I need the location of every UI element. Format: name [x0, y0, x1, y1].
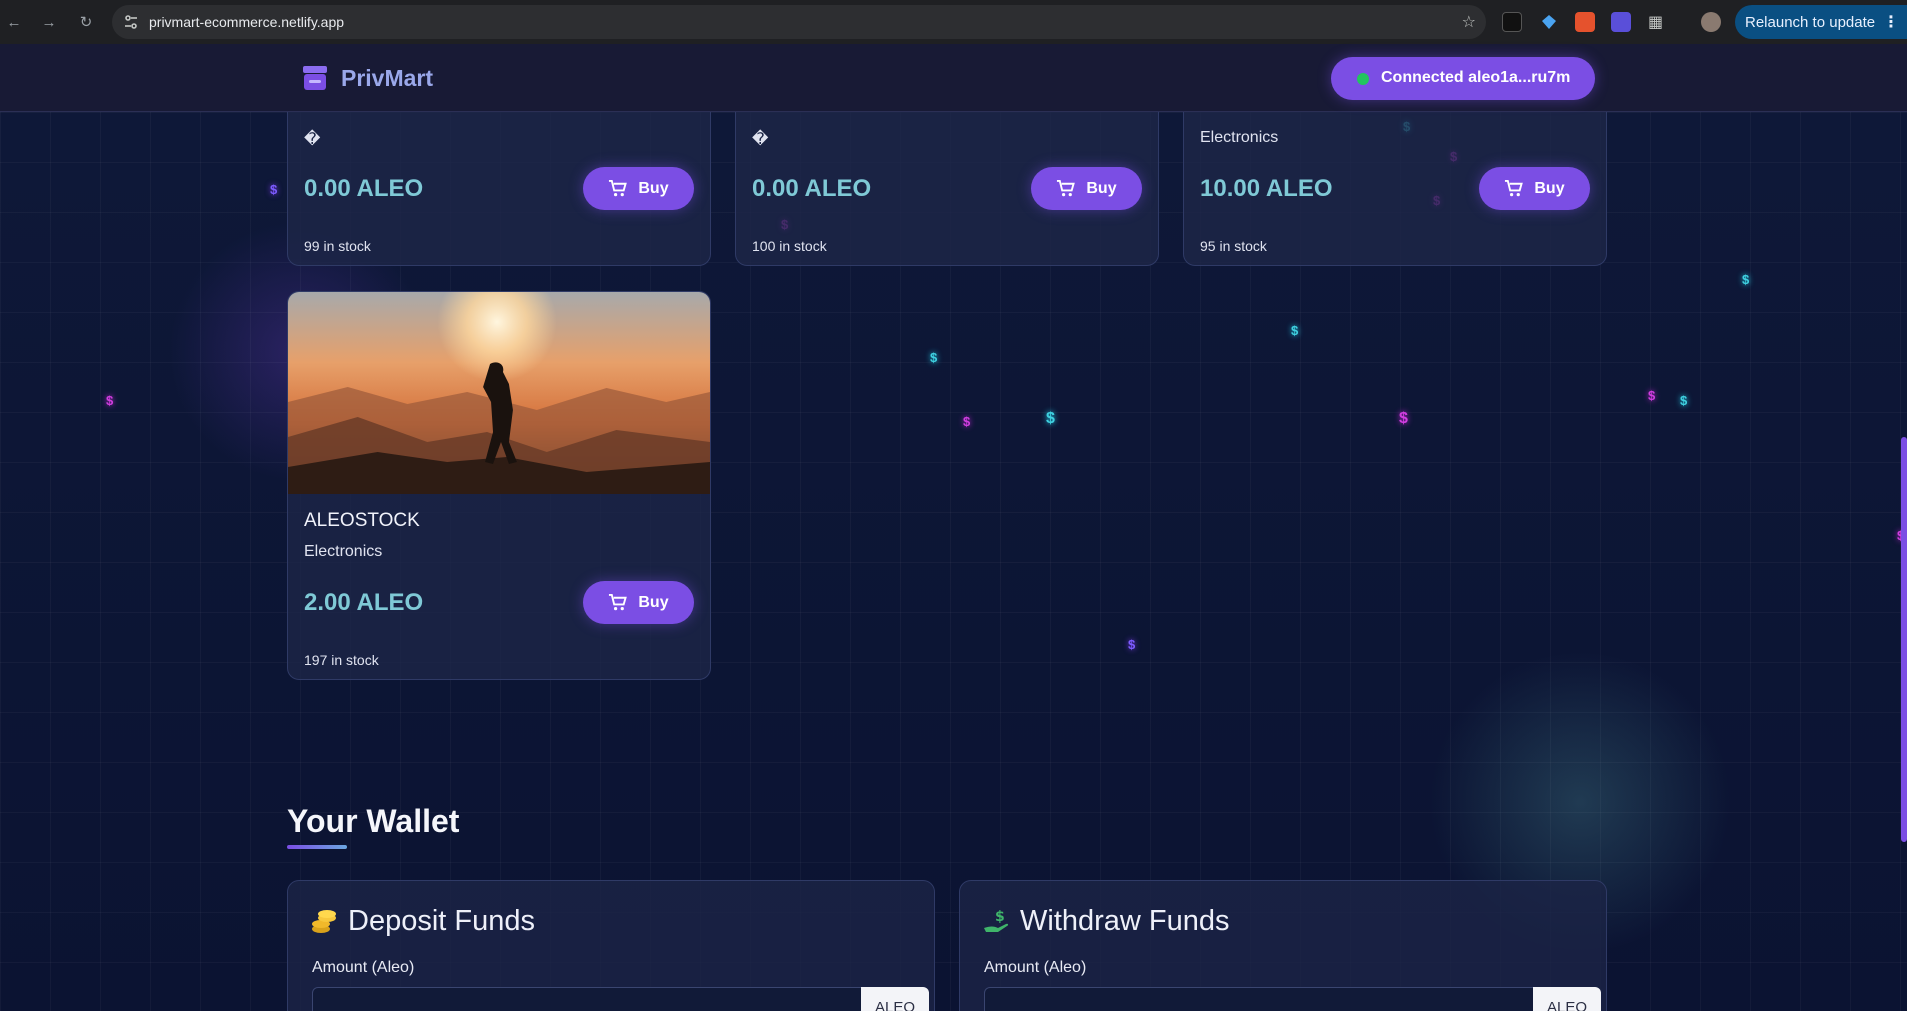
deposit-unit: ALEO	[861, 987, 929, 1011]
product-name: ALEOSTOCK	[304, 510, 420, 531]
extension-purple-icon[interactable]	[1611, 12, 1631, 32]
product-image[interactable]	[288, 292, 710, 494]
sparkle-icon: $	[1680, 393, 1688, 408]
product-stock: 100 in stock	[752, 238, 827, 254]
forward-icon[interactable]: →	[37, 10, 61, 34]
product-card: ALEOSTOCK Electronics 2.00 ALEO Buy 197 …	[287, 291, 711, 680]
extension-diamond-icon[interactable]	[1539, 12, 1559, 32]
withdraw-amount-label: Amount (Aleo)	[984, 959, 1087, 976]
deposit-amount-input[interactable]	[312, 987, 862, 1011]
extension-icon[interactable]	[1502, 12, 1522, 32]
back-icon[interactable]: ←	[2, 10, 26, 34]
brand-name[interactable]: PrivMart	[341, 65, 433, 92]
buy-button[interactable]: Buy	[1479, 167, 1590, 210]
site-info-icon[interactable]	[122, 13, 140, 31]
relaunch-label: Relaunch to update	[1745, 13, 1876, 31]
sparkle-icon: $	[1128, 637, 1136, 652]
product-category: Electronics	[1200, 129, 1279, 146]
sparkle-icon: $	[1399, 410, 1408, 427]
sparkle-icon: $	[930, 350, 938, 365]
sparkle-icon: $	[963, 414, 971, 429]
buy-button[interactable]: Buy	[583, 581, 694, 624]
address-bar[interactable]: privmart-ecommerce.netlify.app ☆	[112, 5, 1486, 39]
cart-icon	[1057, 179, 1076, 197]
buy-button[interactable]: Buy	[583, 167, 694, 210]
buy-label: Buy	[1086, 179, 1117, 197]
more-menu-icon[interactable]: ⋮	[1883, 12, 1899, 32]
money-hand-icon: $	[984, 909, 1009, 932]
app-header: PrivMart Connected aleo1a...ru7m	[0, 44, 1907, 112]
cart-icon	[1505, 179, 1524, 197]
profile-avatar[interactable]	[1701, 12, 1721, 32]
buy-button[interactable]: Buy	[1031, 167, 1142, 210]
browser-toolbar: ← → ↻ privmart-ecommerce.netlify.app ☆ ▦…	[0, 0, 1907, 44]
product-category: �	[752, 131, 769, 148]
sparkle-icon: $	[1291, 323, 1299, 338]
withdraw-card: $ Withdraw Funds Amount (Aleo) ALEO	[959, 880, 1607, 1011]
svg-text:$: $	[995, 909, 1005, 925]
bookmark-star-icon[interactable]: ☆	[1462, 12, 1476, 32]
product-price: 0.00 ALEO	[304, 175, 424, 202]
product-card: � 0.00 ALEO Buy 99 in stock	[287, 96, 711, 266]
coins-icon	[312, 910, 336, 933]
deposit-amount-label: Amount (Aleo)	[312, 959, 415, 976]
sparkle-icon: $	[1648, 388, 1656, 403]
wallet-section-title: Your Wallet	[287, 803, 460, 839]
product-category: �	[304, 131, 321, 148]
buy-label: Buy	[1534, 179, 1565, 197]
buy-label: Buy	[638, 593, 669, 611]
product-stock: 99 in stock	[304, 238, 371, 254]
wallet-connect-label: Connected aleo1a...ru7m	[1381, 69, 1571, 86]
withdraw-unit: ALEO	[1533, 987, 1601, 1011]
store-logo-icon	[303, 66, 327, 90]
product-price: 2.00 ALEO	[304, 589, 424, 616]
sparkle-icon: $	[270, 182, 278, 197]
product-stock: 197 in stock	[304, 652, 379, 668]
cart-icon	[609, 593, 628, 611]
cart-icon	[609, 179, 628, 197]
product-card: � 0.00 ALEO Buy 100 in stock	[735, 96, 1159, 266]
extension-red-icon[interactable]	[1575, 12, 1595, 32]
deposit-card: Deposit Funds Amount (Aleo) ALEO	[287, 880, 935, 1011]
product-price: 0.00 ALEO	[752, 175, 872, 202]
withdraw-amount-input[interactable]	[984, 987, 1534, 1011]
wallet-connect-button[interactable]: Connected aleo1a...ru7m	[1331, 57, 1595, 100]
sparkle-icon: $	[1742, 272, 1750, 287]
relaunch-button[interactable]: Relaunch to update ⋮	[1735, 5, 1907, 39]
deposit-title: Deposit Funds	[348, 905, 535, 937]
buy-label: Buy	[638, 179, 669, 197]
sparkle-icon: $	[106, 393, 114, 408]
extensions-puzzle-icon[interactable]: ▦	[1648, 12, 1668, 32]
product-card: Electronics 10.00 ALEO Buy 95 in stock	[1183, 96, 1607, 266]
sparkle-icon: $	[1046, 410, 1055, 427]
product-price: 10.00 ALEO	[1200, 175, 1333, 202]
product-category: Electronics	[304, 543, 383, 560]
title-underline	[287, 845, 347, 849]
connected-status-icon	[1357, 73, 1369, 85]
page-scrollbar[interactable]	[1901, 437, 1907, 842]
reload-icon[interactable]: ↻	[74, 10, 98, 34]
withdraw-title: Withdraw Funds	[1020, 905, 1230, 937]
product-stock: 95 in stock	[1200, 238, 1267, 254]
url-text[interactable]: privmart-ecommerce.netlify.app	[149, 14, 344, 30]
